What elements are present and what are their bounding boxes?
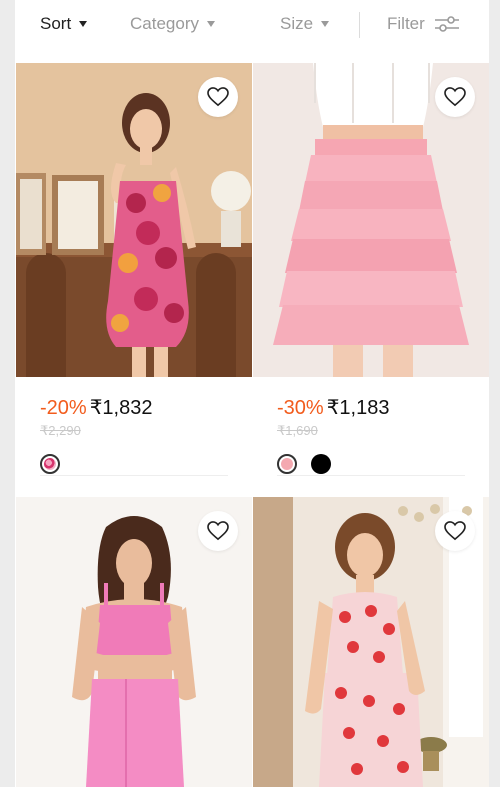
- discount-badge: -20%: [40, 397, 87, 419]
- filter-label: Filter: [387, 14, 425, 33]
- toolbar-divider: [359, 12, 360, 38]
- wishlist-button[interactable]: [198, 77, 238, 117]
- divider: [40, 475, 228, 476]
- wishlist-button[interactable]: [435, 511, 475, 551]
- sort-button[interactable]: Sort: [40, 14, 88, 34]
- caret-down-icon: [206, 21, 215, 27]
- price-row: -20% ₹1,832: [40, 395, 152, 420]
- product-listing-page: Sort Category Size Filter -20% ₹1,832 ₹2…: [15, 0, 489, 787]
- sliders-icon: [434, 16, 459, 32]
- product-card[interactable]: -30% ₹1,183 ₹1,690: [253, 63, 489, 493]
- color-swatch[interactable]: [311, 454, 331, 474]
- size-label: Size: [280, 14, 314, 33]
- color-swatch[interactable]: [277, 454, 297, 474]
- caret-down-icon: [321, 21, 330, 27]
- category-label: Category: [130, 14, 199, 33]
- sort-filter-toolbar: Sort Category Size Filter: [15, 0, 489, 52]
- color-swatch[interactable]: [40, 454, 60, 474]
- size-button[interactable]: Size: [280, 14, 330, 34]
- floral-swatch-icon: [44, 458, 56, 470]
- original-price: ₹1,690: [277, 423, 318, 438]
- caret-down-icon: [79, 21, 88, 27]
- wishlist-button[interactable]: [198, 511, 238, 551]
- sort-label: Sort: [40, 14, 72, 33]
- product-card[interactable]: [16, 497, 252, 787]
- heart-icon: [444, 87, 466, 107]
- category-button[interactable]: Category: [130, 14, 215, 34]
- divider: [277, 475, 465, 476]
- sale-price: ₹1,183: [326, 397, 390, 419]
- price-row: -30% ₹1,183: [277, 395, 389, 420]
- pink-swatch-icon: [281, 458, 293, 470]
- product-card[interactable]: -20% ₹1,832 ₹2,290: [16, 63, 252, 493]
- heart-icon: [444, 521, 466, 541]
- wishlist-button[interactable]: [435, 77, 475, 117]
- filter-button[interactable]: Filter: [387, 14, 459, 34]
- discount-badge: -30%: [277, 397, 324, 419]
- color-swatches: [277, 454, 331, 474]
- original-price: ₹2,290: [40, 423, 81, 438]
- heart-icon: [207, 87, 229, 107]
- heart-icon: [207, 521, 229, 541]
- color-swatches: [40, 454, 60, 474]
- product-card[interactable]: [253, 497, 489, 787]
- sale-price: ₹1,832: [89, 397, 153, 419]
